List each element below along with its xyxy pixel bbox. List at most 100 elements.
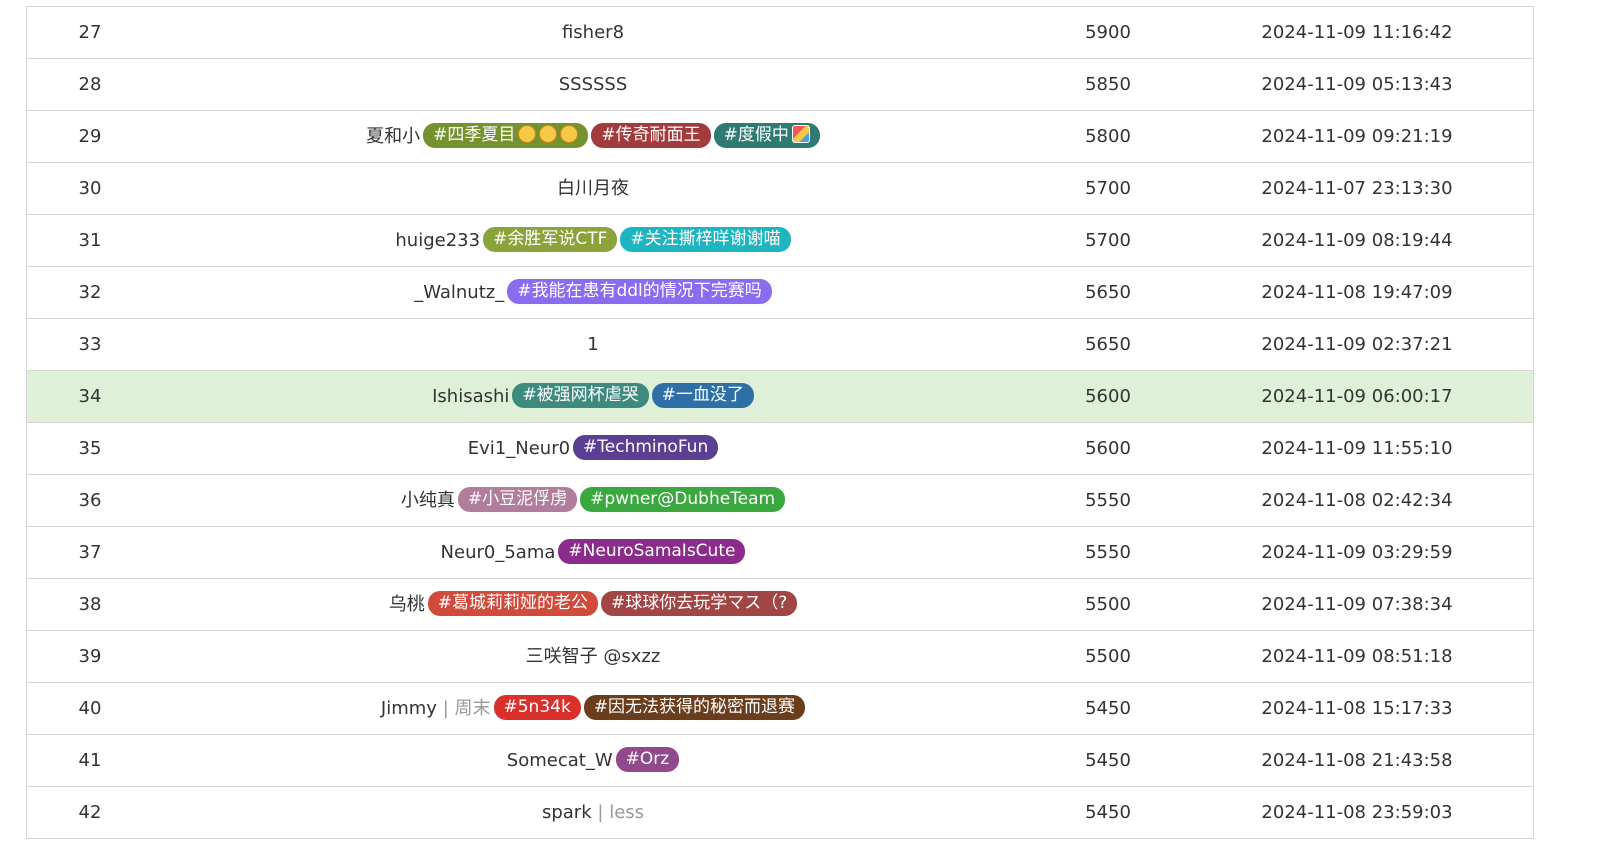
tag-label: #我能在患有ddl的情况下完赛吗 [517,280,762,301]
rank-cell: 29 [78,126,102,147]
rank-cell: 39 [78,646,102,667]
time-cell: 2024-11-07 23:13:30 [1261,178,1453,199]
smile-icon [518,124,537,143]
rank-cell: 41 [78,750,102,771]
team-tag: #小豆泥俘虏 [457,486,578,512]
time-cell: 2024-11-09 03:29:59 [1261,542,1453,563]
rank-cell: 27 [78,22,102,43]
team-tag: #因无法获得的秘密而退赛 [583,694,806,720]
time-cell: 2024-11-08 21:43:58 [1261,750,1453,771]
team-name[interactable]: Ishisashi [432,386,509,407]
team-separator: | [597,802,604,823]
team-tag: #关注撕梓咩谢谢喵 [620,226,791,252]
team-cell: _Walnutz_ #我能在患有ddl的情况下完赛吗 [153,267,1033,318]
score-cell: 5550 [1085,542,1131,563]
team-cell: Evi1_Neur0 #TechminoFun [153,423,1033,474]
rank-cell: 36 [78,490,102,511]
team-cell: 小纯真 #小豆泥俘虏 #pwner@DubheTeam [153,475,1033,526]
time-cell: 2024-11-09 02:37:21 [1261,334,1453,355]
team-tag: #pwner@DubheTeam [580,486,786,512]
score-cell: 5650 [1085,334,1131,355]
rank-cell: 30 [78,178,102,199]
score-cell: 5450 [1085,698,1131,719]
team-cell: Neur0_5ama #NeuroSamaIsCute [153,527,1033,578]
team-name[interactable]: huige233 [395,230,480,251]
team-tag: #5n34k [493,694,581,720]
rank-cell: 28 [78,74,102,95]
score-cell: 5700 [1085,230,1131,251]
tag-label: #传奇耐面王 [601,124,701,145]
smile-icon [539,124,558,143]
smile-icon [560,124,579,143]
team-name[interactable]: Evi1_Neur0 [468,438,570,459]
score-cell: 5800 [1085,126,1131,147]
time-cell: 2024-11-08 15:17:33 [1261,698,1453,719]
rank-cell: 33 [78,334,102,355]
rank-cell: 35 [78,438,102,459]
score-cell: 5900 [1085,22,1131,43]
time-cell: 2024-11-09 11:16:42 [1261,22,1453,43]
table-row: 39 三咲智子 @sxzz 5500 2024-11-09 08:51:18 [27,631,1533,683]
rank-cell: 34 [78,386,102,407]
team-cell: 三咲智子 @sxzz [153,631,1033,682]
tag-label: #被强网杯虐哭 [522,384,639,405]
team-name[interactable]: 乌桃 [389,594,425,615]
team-name[interactable]: Somecat_W [507,750,613,771]
table-row: 31 huige233 #余胜军说CTF #关注撕梓咩谢谢喵 5700 2024-11-0… [27,215,1533,267]
team-name[interactable]: 白川月夜 [557,178,629,199]
time-cell: 2024-11-09 08:19:44 [1261,230,1453,251]
team-name[interactable]: SSSSSS [559,74,628,95]
score-cell: 5600 [1085,438,1131,459]
team-tag: #TechminoFun [573,434,719,460]
tag-label: #四季夏目 [433,124,516,145]
tag-label: #5n34k [503,696,571,717]
team-cell: huige233 #余胜军说CTF #关注撕梓咩谢谢喵 [153,215,1033,266]
table-row: 41 Somecat_W #Orz 5450 2024-11-08 21:43:58 [27,735,1533,787]
team-name[interactable]: 1 [587,334,598,355]
score-cell: 5500 [1085,594,1131,615]
score-cell: 5700 [1085,178,1131,199]
table-row: 37 Neur0_5ama #NeuroSamaIsCute 5550 2024-11-… [27,527,1533,579]
team-name[interactable]: 三咲智子 @sxzz [526,646,661,667]
team-name[interactable]: 夏和小 [366,126,420,147]
tag-label: #葛城莉莉娅的老公 [437,592,588,613]
tag-label: #度假中 [723,124,789,145]
team-name[interactable]: Neur0_5ama [441,542,556,563]
table-row: 32 _Walnutz_ #我能在患有ddl的情况下完赛吗 5650 2024-11-0… [27,267,1533,319]
table-row: 30 白川月夜 5700 2024-11-07 23:13:30 [27,163,1533,215]
team-cell: 1 [153,319,1033,370]
team-name[interactable]: _Walnutz_ [414,282,504,303]
team-name[interactable]: fisher8 [562,22,624,43]
team-tag: #Orz [615,746,680,772]
tag-label: #因无法获得的秘密而退赛 [593,696,796,717]
table-row: 42 spark | less 5450 2024-11-08 23:59:03 [27,787,1533,839]
time-cell: 2024-11-09 07:38:34 [1261,594,1453,615]
table-row: 29 夏和小 #四季夏目 #传奇耐面王 #度假中 5800 2024-11-09 09:21… [27,111,1533,163]
score-cell: 5500 [1085,646,1131,667]
team-cell: 夏和小 #四季夏目 #传奇耐面王 #度假中 [153,111,1033,162]
team-tag: #一血没了 [651,382,754,408]
team-tag: #被强网杯虐哭 [512,382,649,408]
score-cell: 5600 [1085,386,1131,407]
table-row: 28 SSSSSS 5850 2024-11-09 05:13:43 [27,59,1533,111]
team-name[interactable]: Jimmy [381,698,437,719]
team-separator: | [442,698,449,719]
rank-cell: 32 [78,282,102,303]
rank-cell: 42 [78,802,102,823]
team-cell: Jimmy | 周末 #5n34k #因无法获得的秘密而退赛 [153,683,1033,734]
score-cell: 5450 [1085,750,1131,771]
tag-label: #球球你去玩学マス（? [610,592,788,613]
team-cell: fisher8 [153,7,1033,58]
score-cell: 5650 [1085,282,1131,303]
team-name[interactable]: spark [542,802,592,823]
table-row: 27 fisher8 5900 2024-11-09 11:16:42 [27,7,1533,59]
team-subtitle: less [609,802,645,823]
team-name[interactable]: 小纯真 [401,490,455,511]
team-cell: Ishisashi #被强网杯虐哭 #一血没了 [153,371,1033,422]
tag-label: #Orz [625,748,670,769]
team-tag: #葛城莉莉娅的老公 [427,590,598,616]
table-row: 38 乌桃 #葛城莉莉娅的老公 #球球你去玩学マス（? 5500 2024-11-09 0… [27,579,1533,631]
time-cell: 2024-11-09 08:51:18 [1261,646,1453,667]
tag-label: #小豆泥俘虏 [467,488,568,509]
team-subtitle: 周末 [454,698,491,719]
